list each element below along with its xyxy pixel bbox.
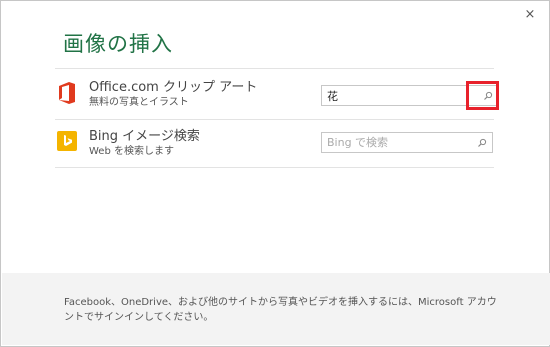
sign-in-message: Facebook、OneDrive、および他のサイトから写真やビデオを挿入するに… — [64, 297, 497, 323]
bing-logo-icon — [57, 131, 77, 151]
dialog-title: 画像の挿入 — [63, 32, 173, 56]
office-search-box — [321, 85, 499, 106]
search-icon — [484, 91, 493, 100]
bing-search-box — [321, 132, 493, 153]
source-subtitle: Web を検索します — [89, 146, 174, 157]
insert-picture-dialog: × 画像の挿入 Office.com クリップ アート 無料の写真とイラスト 花… — [0, 0, 550, 347]
office-search-input[interactable] — [322, 86, 462, 105]
source-subtitle: 無料の写真とイラスト — [89, 97, 189, 108]
footer: Facebook、OneDrive、および他のサイトから写真やビデオを挿入するに… — [2, 273, 550, 345]
bing-search-input[interactable] — [322, 133, 462, 152]
source-row-bing: Bing イメージ検索 Web を検索します — [55, 120, 494, 168]
source-name: Office.com クリップ アート — [89, 80, 258, 95]
bing-search-button[interactable] — [472, 133, 492, 152]
close-button[interactable]: × — [519, 4, 541, 26]
office-search-button[interactable] — [478, 86, 498, 105]
close-icon: × — [524, 7, 536, 22]
search-icon — [478, 138, 487, 147]
source-row-office: Office.com クリップ アート 無料の写真とイラスト — [55, 68, 499, 120]
office-logo-icon — [59, 82, 75, 104]
source-name: Bing イメージ検索 — [89, 129, 200, 144]
